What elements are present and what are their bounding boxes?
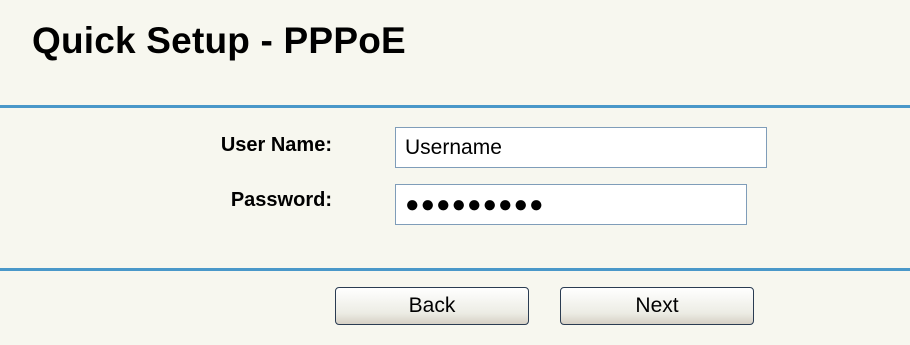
username-label: User Name: (220, 134, 332, 156)
next-button[interactable]: Next (560, 287, 754, 325)
bottom-divider (0, 268, 910, 271)
top-divider (0, 105, 910, 108)
password-value: ●●●●●●●●● (405, 190, 545, 218)
password-label: Password: (230, 189, 332, 211)
page-title: Quick Setup - PPPoE (32, 20, 406, 61)
password-field[interactable]: ●●●●●●●●● (395, 184, 747, 225)
back-button[interactable]: Back (335, 287, 529, 325)
username-field[interactable]: Username (395, 127, 767, 168)
username-value: Username (405, 135, 502, 159)
setup-panel: Quick Setup - PPPoE User Name: Username … (0, 0, 910, 345)
